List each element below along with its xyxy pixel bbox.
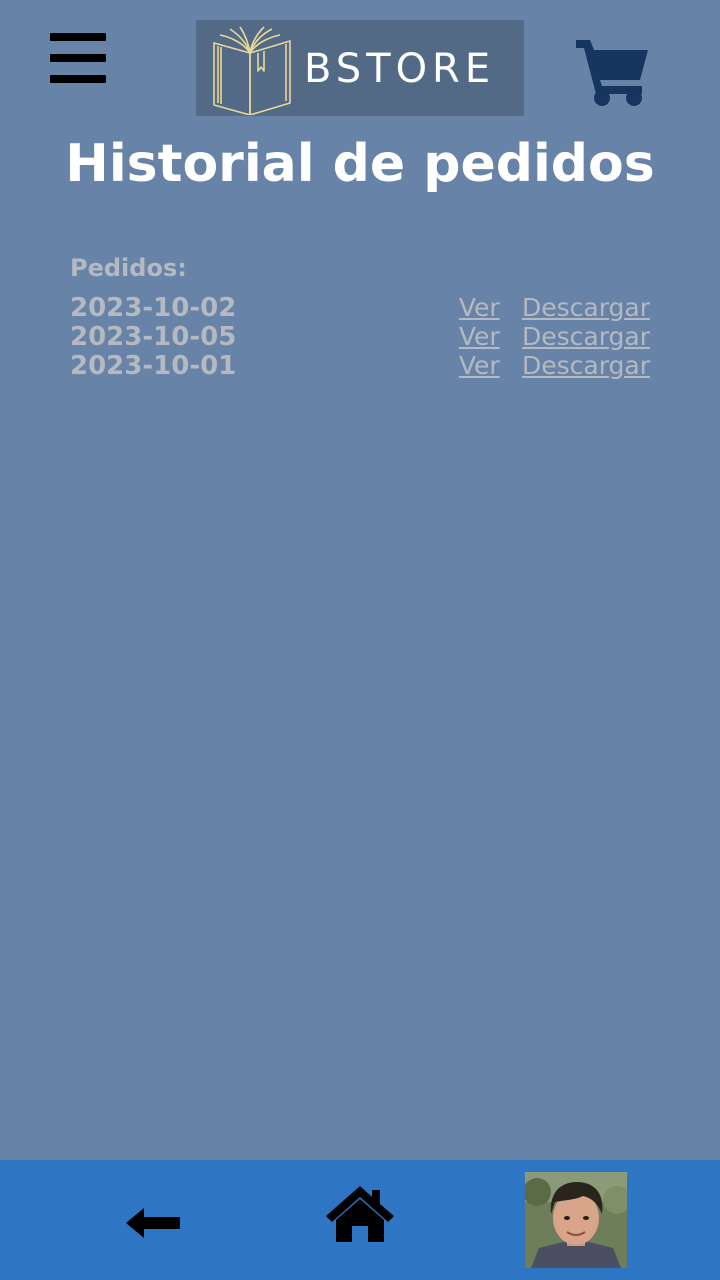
home-icon[interactable] [324, 1184, 396, 1244]
download-order-link[interactable]: Descargar [522, 293, 650, 322]
order-row: 2023-10-05 Ver Descargar [70, 321, 650, 352]
hamburger-menu-icon[interactable] [50, 33, 106, 83]
page-title: Historial de pedidos [65, 134, 655, 194]
bottom-navigation-bar [0, 1160, 720, 1280]
order-date: 2023-10-01 [70, 351, 237, 381]
orders-heading: Pedidos: [70, 254, 187, 282]
profile-avatar[interactable] [525, 1172, 627, 1268]
back-arrow-icon[interactable] [124, 1206, 182, 1240]
order-date: 2023-10-05 [70, 322, 237, 352]
logo-text: BSTORE [304, 46, 496, 92]
shopping-cart-icon[interactable] [574, 36, 652, 108]
orders-list: Pedidos: 2023-10-02 Ver Descargar 2023-1… [70, 250, 650, 381]
bstore-logo[interactable]: BSTORE [196, 20, 524, 116]
view-order-link[interactable]: Ver [459, 322, 500, 351]
order-row: 2023-10-01 Ver Descargar [70, 350, 650, 381]
download-order-link[interactable]: Descargar [522, 351, 650, 380]
order-date: 2023-10-02 [70, 293, 237, 323]
order-row: 2023-10-02 Ver Descargar [70, 292, 650, 323]
view-order-link[interactable]: Ver [459, 351, 500, 380]
download-order-link[interactable]: Descargar [522, 322, 650, 351]
book-icon [213, 26, 291, 115]
view-order-link[interactable]: Ver [459, 293, 500, 322]
